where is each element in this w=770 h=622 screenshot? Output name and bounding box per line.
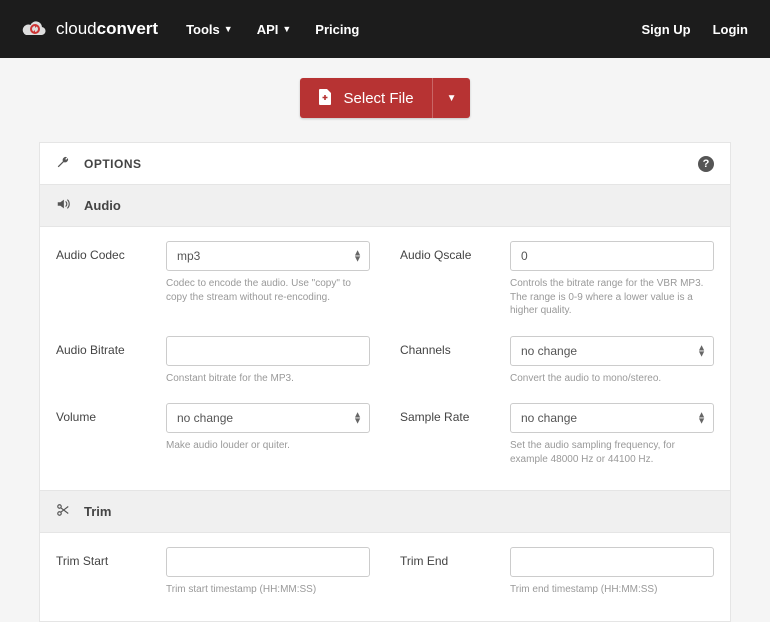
options-header: OPTIONS ? (40, 143, 730, 184)
help-audio-qscale: Controls the bitrate range for the VBR M… (510, 277, 714, 318)
field-audio-qscale: Audio Qscale Controls the bitrate range … (400, 241, 714, 318)
label-channels: Channels (400, 336, 510, 386)
field-audio-bitrate: Audio Bitrate Constant bitrate for the M… (56, 336, 370, 386)
select-file-area: Select File ▼ (0, 58, 770, 142)
field-trim-start: Trim Start Trim start timestamp (HH:MM:S… (56, 547, 370, 597)
trim-header: Trim (40, 490, 730, 533)
help-volume: Make audio louder or quiter. (166, 439, 370, 453)
options-panel: OPTIONS ? Audio Audio Codec mp3 ▲▼ Codec… (39, 142, 731, 622)
nav-login[interactable]: Login (713, 22, 748, 37)
select-audio-codec[interactable]: mp3 (166, 241, 370, 271)
scissors-icon (56, 503, 70, 520)
navbar: cloudconvert Tools▼ API▼ Pricing Sign Up… (0, 0, 770, 58)
field-trim-end: Trim End Trim end timestamp (HH:MM:SS) (400, 547, 714, 597)
help-icon[interactable]: ? (698, 156, 714, 172)
brand-bold: convert (97, 19, 158, 38)
input-trim-start[interactable] (166, 547, 370, 577)
chevron-down-icon: ▼ (224, 24, 233, 34)
label-trim-end: Trim End (400, 547, 510, 597)
wrench-icon (56, 155, 70, 172)
input-audio-bitrate[interactable] (166, 336, 370, 366)
help-trim-end: Trim end timestamp (HH:MM:SS) (510, 583, 714, 597)
brand-thin: cloud (56, 19, 97, 38)
trim-options: Trim Start Trim start timestamp (HH:MM:S… (40, 533, 730, 621)
help-sample-rate: Set the audio sampling frequency, for ex… (510, 439, 714, 466)
help-audio-bitrate: Constant bitrate for the MP3. (166, 372, 370, 386)
select-volume[interactable]: no change (166, 403, 370, 433)
trim-title: Trim (84, 504, 111, 519)
field-sample-rate: Sample Rate no change ▲▼ Set the audio s… (400, 403, 714, 466)
audio-title: Audio (84, 198, 121, 213)
help-audio-codec: Codec to encode the audio. Use "copy" to… (166, 277, 370, 304)
nav-links: Tools▼ API▼ Pricing (186, 22, 359, 37)
audio-header: Audio (40, 184, 730, 227)
cloud-icon (22, 19, 48, 39)
nav-pricing[interactable]: Pricing (315, 22, 359, 37)
select-channels[interactable]: no change (510, 336, 714, 366)
help-trim-start: Trim start timestamp (HH:MM:SS) (166, 583, 370, 597)
field-audio-codec: Audio Codec mp3 ▲▼ Codec to encode the a… (56, 241, 370, 318)
nav-tools[interactable]: Tools▼ (186, 22, 233, 37)
select-file-dropdown[interactable]: ▼ (432, 78, 471, 118)
select-sample-rate[interactable]: no change (510, 403, 714, 433)
help-channels: Convert the audio to mono/stereo. (510, 372, 714, 386)
input-audio-qscale[interactable] (510, 241, 714, 271)
options-title: OPTIONS (84, 157, 142, 171)
nav-right: Sign Up Login (642, 22, 749, 37)
nav-api[interactable]: API▼ (257, 22, 292, 37)
label-audio-bitrate: Audio Bitrate (56, 336, 166, 386)
select-file-label: Select File (344, 90, 414, 107)
label-audio-codec: Audio Codec (56, 241, 166, 318)
label-audio-qscale: Audio Qscale (400, 241, 510, 318)
label-volume: Volume (56, 403, 166, 466)
file-icon (318, 89, 332, 108)
field-volume: Volume no change ▲▼ Make audio louder or… (56, 403, 370, 466)
speaker-icon (56, 197, 70, 214)
select-file-button[interactable]: Select File ▼ (300, 78, 471, 118)
label-trim-start: Trim Start (56, 547, 166, 597)
chevron-down-icon: ▼ (282, 24, 291, 34)
nav-signup[interactable]: Sign Up (642, 22, 691, 37)
input-trim-end[interactable] (510, 547, 714, 577)
chevron-down-icon: ▼ (447, 93, 457, 104)
audio-options: Audio Codec mp3 ▲▼ Codec to encode the a… (40, 227, 730, 490)
logo[interactable]: cloudconvert (22, 19, 158, 39)
nav-left: cloudconvert Tools▼ API▼ Pricing (22, 19, 359, 39)
label-sample-rate: Sample Rate (400, 403, 510, 466)
field-channels: Channels no change ▲▼ Convert the audio … (400, 336, 714, 386)
